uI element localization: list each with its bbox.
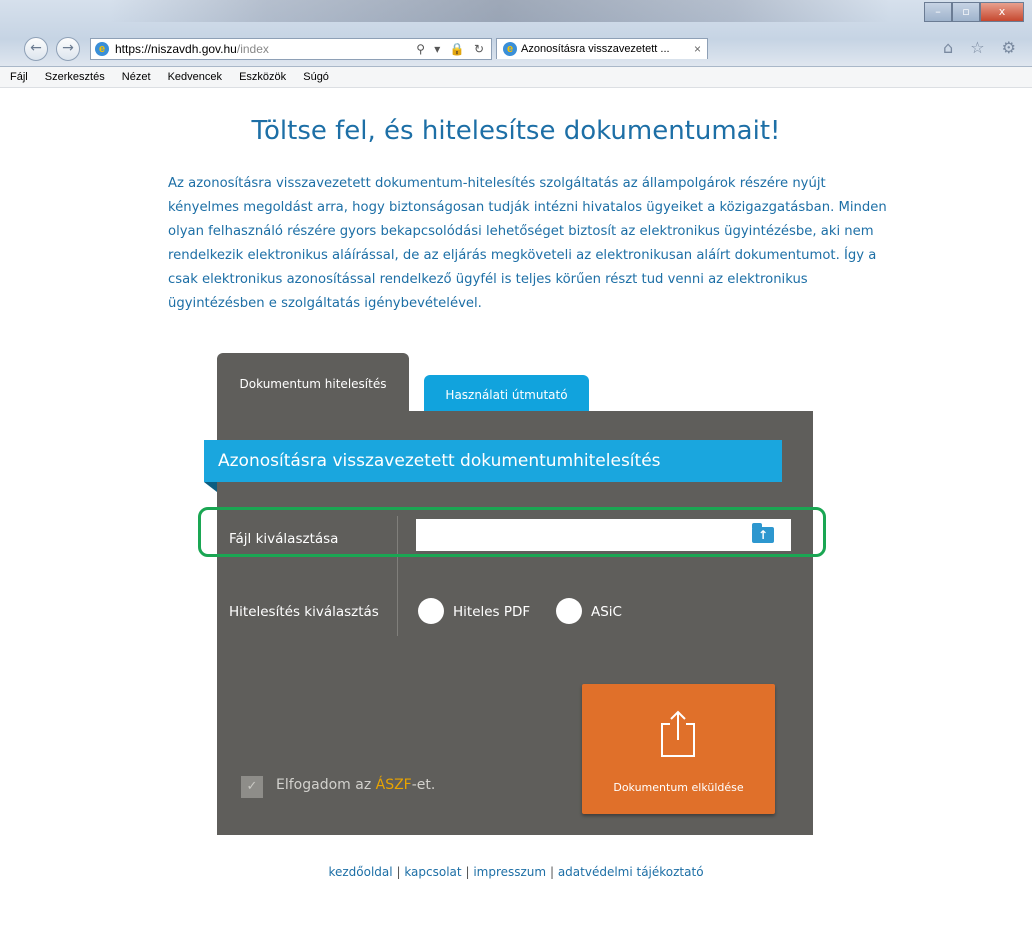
footer-separator: | xyxy=(549,865,554,879)
browser-titlebar: ← → e https://niszavdh.gov.hu/index ⚲ ▾ … xyxy=(0,0,1032,67)
tab-close-icon[interactable]: × xyxy=(694,39,701,59)
window-controls: – ▫ x xyxy=(924,0,1024,22)
radio-asic[interactable] xyxy=(556,598,582,624)
accept-terms-checkbox[interactable]: ✓ xyxy=(241,776,263,798)
back-icon: ← xyxy=(30,40,42,56)
accept-terms-text: Elfogadom az ÁSZF-et. xyxy=(276,777,435,793)
send-document-label: Dokumentum elküldése xyxy=(613,781,744,794)
url-path: /index xyxy=(236,42,269,56)
menu-item-tools[interactable]: Eszközök xyxy=(239,67,286,87)
menu-item-edit[interactable]: Szerkesztés xyxy=(45,67,105,87)
address-controls-icon[interactable]: ⚲ ▾ 🔒 ↻ xyxy=(416,39,487,59)
footer-links: kezdőoldal | kapcsolat | impresszum | ad… xyxy=(0,865,1032,879)
address-url[interactable]: https://niszavdh.gov.hu/index xyxy=(115,39,269,59)
home-favorites-settings-icon[interactable]: ⌂ ☆ ⚙ xyxy=(943,38,1022,57)
back-button[interactable]: ← xyxy=(24,37,48,61)
ribbon-fold xyxy=(204,482,217,492)
titlebar-glow xyxy=(110,0,890,22)
upload-share-icon xyxy=(661,710,695,757)
terms-link[interactable]: ÁSZF xyxy=(376,777,412,793)
ie-favicon-icon: e xyxy=(95,42,109,56)
accept-prefix: Elfogadom az xyxy=(276,777,376,793)
minimize-button[interactable]: – xyxy=(924,2,952,22)
address-bar[interactable]: e https://niszavdh.gov.hu/index ⚲ ▾ 🔒 ↻ xyxy=(90,38,492,60)
form-ribbon-title: Azonosításra visszavezetett dokumentumhi… xyxy=(204,440,782,482)
tab-title: Azonosításra visszavezetett ... xyxy=(521,43,670,55)
footer-separator: | xyxy=(396,865,401,879)
footer-separator: | xyxy=(465,865,470,879)
send-document-button[interactable]: Dokumentum elküldése xyxy=(582,684,775,814)
menu-item-file[interactable]: Fájl xyxy=(10,67,28,87)
footer-link-home[interactable]: kezdőoldal xyxy=(328,865,392,879)
file-row-highlight xyxy=(198,507,826,557)
menu-bar: Fájl Szerkesztés Nézet Kedvencek Eszközö… xyxy=(0,67,1032,88)
tab-user-guide[interactable]: Használati útmutató xyxy=(424,375,589,411)
radio-asic-label: ASiC xyxy=(591,604,622,620)
auth-select-label: Hitelesítés kiválasztás xyxy=(229,604,379,620)
tab-favicon-icon: e xyxy=(503,42,517,56)
footer-link-privacy[interactable]: adatvédelmi tájékoztató xyxy=(558,865,704,879)
radio-hiteles-pdf[interactable] xyxy=(418,598,444,624)
footer-link-imprint[interactable]: impresszum xyxy=(473,865,546,879)
forward-icon: → xyxy=(62,40,74,56)
close-window-button[interactable]: x xyxy=(980,2,1024,22)
browser-tab[interactable]: e Azonosításra visszavezetett ... × xyxy=(496,38,708,59)
menu-item-favorites[interactable]: Kedvencek xyxy=(168,67,222,87)
intro-paragraph: Az azonosításra visszavezetett dokumentu… xyxy=(168,176,887,311)
radio-hiteles-pdf-label: Hiteles PDF xyxy=(453,604,531,620)
accept-suffix: -et. xyxy=(411,777,436,793)
url-host: https://niszavdh.gov.hu xyxy=(115,42,237,56)
maximize-button[interactable]: ▫ xyxy=(952,2,980,22)
tab-document-authentication[interactable]: Dokumentum hitelesítés xyxy=(217,353,409,411)
menu-item-view[interactable]: Nézet xyxy=(122,67,151,87)
menu-item-help[interactable]: Súgó xyxy=(303,67,329,87)
footer-link-contact[interactable]: kapcsolat xyxy=(404,865,461,879)
forward-button[interactable]: → xyxy=(56,37,80,61)
page-title: Töltse fel, és hitelesítse dokumentumait… xyxy=(251,116,781,146)
page-content: Töltse fel, és hitelesítse dokumentumait… xyxy=(0,88,1032,925)
